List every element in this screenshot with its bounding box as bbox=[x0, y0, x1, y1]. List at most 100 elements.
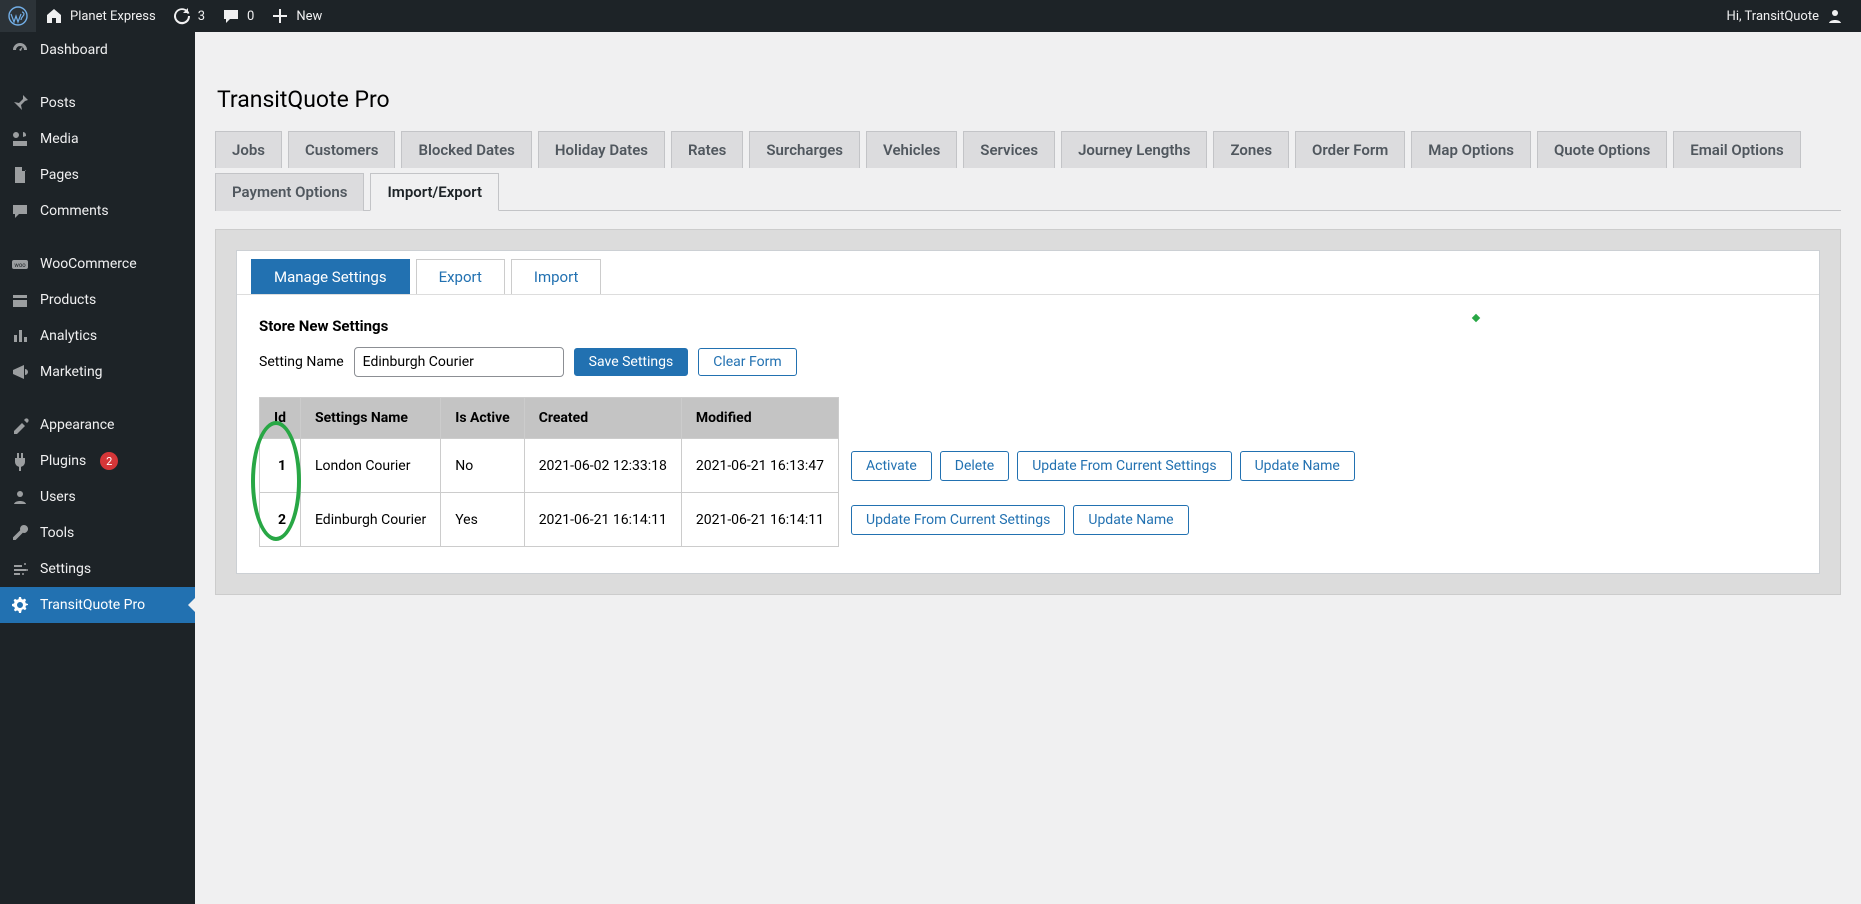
appearance-icon bbox=[10, 415, 30, 435]
setting-name-label: Setting Name bbox=[259, 354, 344, 370]
store-form-row: Setting Name Save Settings Clear Form bbox=[259, 347, 1797, 377]
manage-settings-body: Store New Settings Setting Name Save Set… bbox=[237, 295, 1819, 573]
plugin-icon bbox=[10, 451, 30, 471]
tab-surcharges[interactable]: Surcharges bbox=[749, 131, 860, 168]
panel-inner: Manage SettingsExportImport Store New Se… bbox=[236, 250, 1820, 574]
tab-quote-options[interactable]: Quote Options bbox=[1537, 131, 1667, 168]
tab-customers[interactable]: Customers bbox=[288, 131, 395, 168]
refresh-icon bbox=[172, 6, 192, 26]
save-settings-button[interactable]: Save Settings bbox=[574, 348, 689, 376]
sidebar-item-label: Analytics bbox=[40, 328, 97, 344]
tab-blocked-dates[interactable]: Blocked Dates bbox=[401, 131, 531, 168]
table-header: Id bbox=[260, 398, 301, 439]
table-cell-created: 2021-06-21 16:14:11 bbox=[524, 493, 681, 547]
sidebar-item-users[interactable]: Users bbox=[0, 479, 195, 515]
woo-icon: woo bbox=[10, 254, 30, 274]
clear-form-button[interactable]: Clear Form bbox=[698, 348, 796, 376]
tab-payment-options[interactable]: Payment Options bbox=[215, 173, 364, 211]
sidebar-item-products[interactable]: Products bbox=[0, 282, 195, 318]
tab-journey-lengths[interactable]: Journey Lengths bbox=[1061, 131, 1207, 168]
greeting-label: Hi, TransitQuote bbox=[1727, 9, 1819, 24]
sidebar-item-label: Settings bbox=[40, 561, 91, 577]
avatar-icon bbox=[1825, 6, 1845, 26]
sidebar-item-woocommerce[interactable]: woo WooCommerce bbox=[0, 246, 195, 282]
updates-link[interactable]: 3 bbox=[164, 0, 213, 32]
tab-order-form[interactable]: Order Form bbox=[1295, 131, 1405, 168]
sidebar-item-pages[interactable]: Pages bbox=[0, 157, 195, 193]
media-icon bbox=[10, 129, 30, 149]
sidebar-item-label: Comments bbox=[40, 203, 109, 219]
update-from-current-settings-button[interactable]: Update From Current Settings bbox=[851, 505, 1065, 535]
sidebar-item-label: Tools bbox=[40, 525, 74, 541]
table-cell-modified: 2021-06-21 16:14:11 bbox=[681, 493, 838, 547]
greeting-link[interactable]: Hi, TransitQuote bbox=[1719, 0, 1853, 32]
sidebar-item-label: Plugins bbox=[40, 453, 86, 469]
sidebar-item-posts[interactable]: Posts bbox=[0, 85, 195, 121]
table-cell-created: 2021-06-02 12:33:18 bbox=[524, 439, 681, 493]
marketing-icon bbox=[10, 362, 30, 382]
table-cell-active: Yes bbox=[441, 493, 524, 547]
sidebar-item-tools[interactable]: Tools bbox=[0, 515, 195, 551]
sidebar-item-comments[interactable]: Comments bbox=[0, 193, 195, 229]
table-cell-name: Edinburgh Courier bbox=[300, 493, 440, 547]
setting-name-input[interactable] bbox=[354, 347, 564, 377]
delete-button[interactable]: Delete bbox=[940, 451, 1009, 481]
sidebar-item-label: WooCommerce bbox=[40, 256, 137, 272]
tab-map-options[interactable]: Map Options bbox=[1411, 131, 1531, 168]
sidebar-item-plugins[interactable]: Plugins 2 bbox=[0, 443, 195, 479]
tools-icon bbox=[10, 523, 30, 543]
wordpress-icon bbox=[8, 6, 28, 26]
panel-outer: Manage SettingsExportImport Store New Se… bbox=[215, 229, 1841, 595]
tab-jobs[interactable]: Jobs bbox=[215, 131, 282, 168]
update-from-current-settings-button[interactable]: Update From Current Settings bbox=[1017, 451, 1231, 481]
admin-bar: Planet Express 3 0 New Hi, TransitQuote bbox=[0, 0, 1861, 32]
sidebar-item-label: Posts bbox=[40, 95, 76, 111]
main-content: TransitQuote Pro JobsCustomersBlocked Da… bbox=[195, 64, 1861, 635]
activate-button[interactable]: Activate bbox=[851, 451, 932, 481]
primary-tabs: JobsCustomersBlocked DatesHoliday DatesR… bbox=[215, 131, 1841, 211]
table-header: Created bbox=[524, 398, 681, 439]
subtab-manage-settings[interactable]: Manage Settings bbox=[251, 259, 410, 294]
comments-link[interactable]: 0 bbox=[213, 0, 262, 32]
sidebar-item-media[interactable]: Media bbox=[0, 121, 195, 157]
table-cell-id: 2 bbox=[260, 493, 301, 547]
sidebar-item-label: Marketing bbox=[40, 364, 103, 380]
sidebar-item-appearance[interactable]: Appearance bbox=[0, 407, 195, 443]
page-icon bbox=[10, 165, 30, 185]
update-name-button[interactable]: Update Name bbox=[1240, 451, 1355, 481]
sidebar-item-analytics[interactable]: Analytics bbox=[0, 318, 195, 354]
sidebar-badge: 2 bbox=[100, 452, 118, 470]
table-cell-active: No bbox=[441, 439, 524, 493]
table-header: Modified bbox=[681, 398, 838, 439]
subtab-export[interactable]: Export bbox=[416, 259, 505, 294]
sidebar-item-settings[interactable]: Settings bbox=[0, 551, 195, 587]
comments-count: 0 bbox=[247, 9, 254, 24]
update-name-button[interactable]: Update Name bbox=[1073, 505, 1188, 535]
site-link[interactable]: Planet Express bbox=[36, 0, 164, 32]
sidebar-item-transitquote-pro[interactable]: TransitQuote Pro bbox=[0, 587, 195, 623]
tab-vehicles[interactable]: Vehicles bbox=[866, 131, 957, 168]
svg-text:woo: woo bbox=[14, 262, 26, 269]
analytics-icon bbox=[10, 326, 30, 346]
new-label: New bbox=[296, 9, 322, 24]
wp-logo[interactable] bbox=[0, 0, 36, 32]
pin-icon bbox=[10, 93, 30, 113]
sidebar-item-dashboard[interactable]: Dashboard bbox=[0, 32, 195, 68]
tab-rates[interactable]: Rates bbox=[671, 131, 743, 168]
table-header: Settings Name bbox=[300, 398, 440, 439]
sidebar-item-marketing[interactable]: Marketing bbox=[0, 354, 195, 390]
tab-holiday-dates[interactable]: Holiday Dates bbox=[538, 131, 665, 168]
sidebar-item-label: Dashboard bbox=[40, 42, 108, 58]
new-link[interactable]: New bbox=[262, 0, 330, 32]
tab-services[interactable]: Services bbox=[963, 131, 1055, 168]
table-row: 1London CourierNo2021-06-02 12:33:182021… bbox=[260, 439, 1370, 493]
settings-icon bbox=[10, 559, 30, 579]
tab-import-export[interactable]: Import/Export bbox=[370, 173, 499, 211]
subtabs: Manage SettingsExportImport bbox=[237, 251, 1819, 295]
tab-zones[interactable]: Zones bbox=[1213, 131, 1289, 168]
subtab-import[interactable]: Import bbox=[511, 259, 602, 294]
table-row: 2Edinburgh CourierYes2021-06-21 16:14:11… bbox=[260, 493, 1370, 547]
tab-email-options[interactable]: Email Options bbox=[1673, 131, 1800, 168]
comment-icon bbox=[221, 6, 241, 26]
table-cell-id: 1 bbox=[260, 439, 301, 493]
